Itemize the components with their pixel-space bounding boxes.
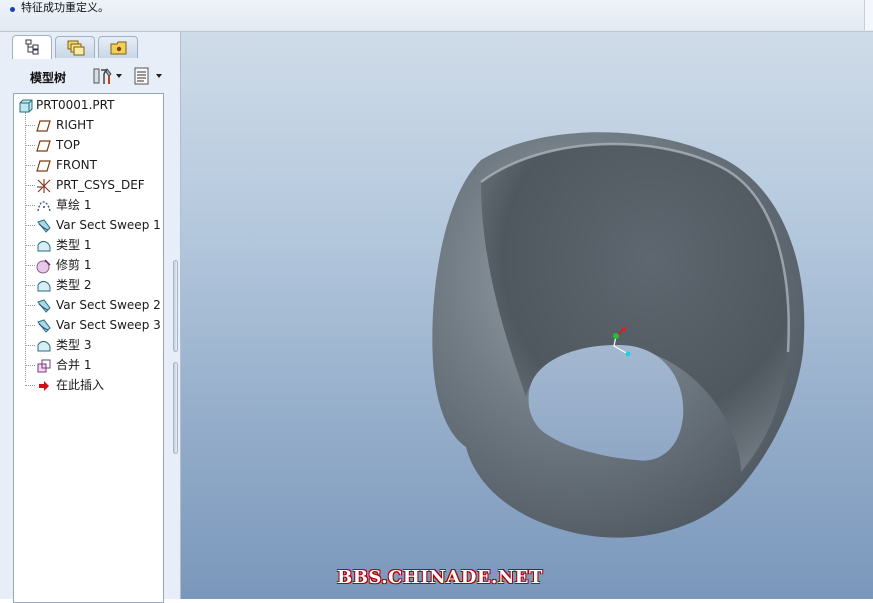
- message-scrollbar[interactable]: [864, 0, 873, 30]
- surface-icon: [37, 240, 51, 252]
- watermark-text: BBS.CHINADE.NET: [337, 567, 543, 588]
- panel-splitter[interactable]: [172, 260, 180, 454]
- csys-icon: [37, 179, 51, 193]
- model-geometry: [432, 132, 805, 538]
- tree-item-var-sect-sweep-3[interactable]: Var Sect Sweep 3: [14, 315, 164, 335]
- tree-item-trim-1[interactable]: 修剪 1: [14, 255, 164, 275]
- tab-model-tree[interactable]: [12, 35, 52, 59]
- tab-layers[interactable]: [55, 36, 95, 58]
- folder-icon: [110, 41, 127, 55]
- tab-folder-browser[interactable]: [98, 36, 138, 58]
- graphics-viewport[interactable]: BBS.CHINADE.NET: [181, 32, 873, 599]
- tree-item-type-3[interactable]: 类型 3: [14, 335, 164, 355]
- tree-item-type-1[interactable]: 类型 1: [14, 235, 164, 255]
- message-text: 特征成功重定义。: [21, 1, 109, 14]
- surface-icon: [37, 340, 51, 352]
- datum-plane-icon: [36, 120, 51, 132]
- trim-icon: [36, 259, 51, 274]
- tree-item-insert-here[interactable]: 在此插入: [14, 375, 164, 395]
- tree-item-right[interactable]: RIGHT: [14, 115, 164, 135]
- surface-icon: [37, 280, 51, 292]
- sweep-icon: [37, 299, 51, 313]
- tree-item-csys[interactable]: PRT_CSYS_DEF: [14, 175, 164, 195]
- model-tree-icon: [25, 39, 39, 55]
- model-tree: PRT0001.PRT RIGHT TOP FRONT PRT_CSYS_DEF…: [13, 93, 164, 603]
- tree-item-merge-1[interactable]: 合并 1: [14, 355, 164, 375]
- tree-item-part[interactable]: PRT0001.PRT: [14, 95, 164, 115]
- tree-item-var-sect-sweep-2[interactable]: Var Sect Sweep 2: [14, 295, 164, 315]
- tree-settings-button[interactable]: [92, 66, 124, 86]
- tree-show-button[interactable]: [132, 66, 164, 86]
- splitter-grip[interactable]: [173, 260, 178, 352]
- tree-settings-icon: [93, 68, 112, 84]
- message-area: 特征成功重定义。: [0, 0, 873, 32]
- model-tree-toolbar: 模型树: [0, 60, 180, 90]
- tree-item-front[interactable]: FRONT: [14, 155, 164, 175]
- datum-plane-icon: [36, 140, 51, 152]
- tree-item-type-2[interactable]: 类型 2: [14, 275, 164, 295]
- chevron-down-icon: [156, 74, 162, 78]
- tree-show-icon: [134, 67, 149, 85]
- message-bullet-icon: [10, 7, 15, 12]
- model-tree-title: 模型树: [30, 71, 67, 85]
- sweep-icon: [37, 219, 51, 233]
- chevron-down-icon: [116, 74, 122, 78]
- insert-here-arrow-icon: [39, 381, 49, 391]
- navigator-panel: 模型树 PRT0001.PRT RIGHT TOP FRONT PRT_CSYS…: [0, 32, 181, 603]
- tree-item-sketch-1[interactable]: 草绘 1: [14, 195, 164, 215]
- tree-item-top[interactable]: TOP: [14, 135, 164, 155]
- splitter-grip[interactable]: [173, 362, 178, 454]
- merge-icon: [37, 359, 51, 373]
- layers-icon: [67, 40, 85, 56]
- tree-item-var-sect-sweep-1[interactable]: Var Sect Sweep 1: [14, 215, 164, 235]
- sweep-icon: [37, 319, 51, 333]
- datum-plane-icon: [36, 160, 51, 172]
- sketch-icon: [37, 201, 51, 212]
- part-icon: [19, 99, 33, 113]
